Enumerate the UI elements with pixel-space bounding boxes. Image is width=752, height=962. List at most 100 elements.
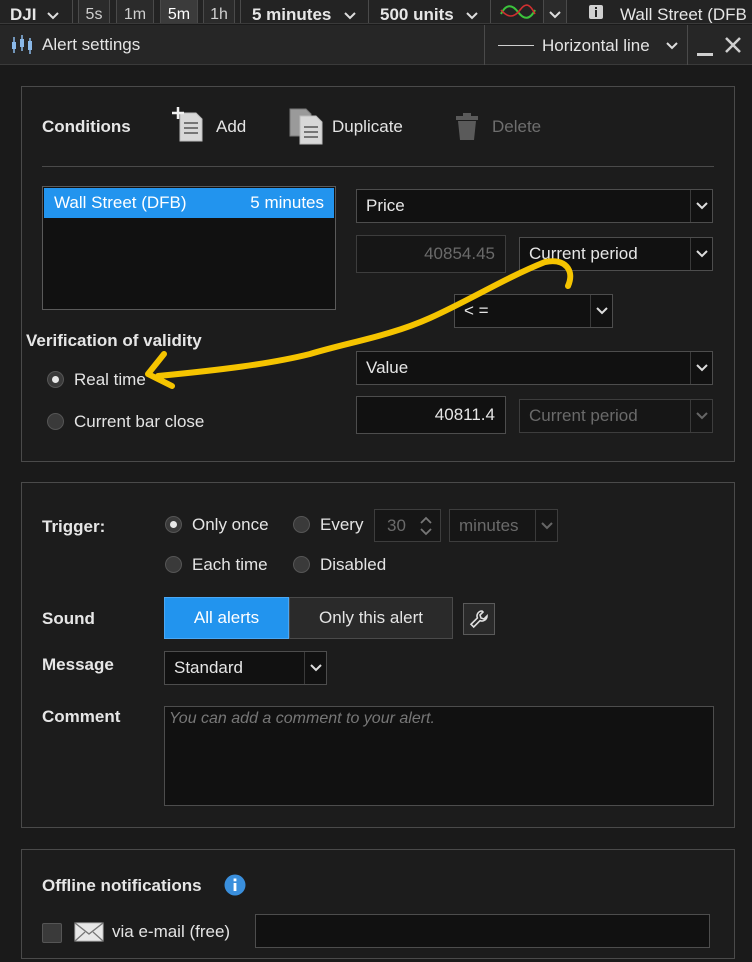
offline-heading: Offline notifications [42,876,202,895]
chevron-down-icon [344,12,356,20]
chevron-down-icon [466,12,479,20]
trigger-each-time-radio[interactable]: Each time [165,553,285,579]
instrument-name: Wall Street (DFB [620,5,747,24]
every-value: 30 [387,516,406,535]
units-selector[interactable]: 500 units [380,0,479,24]
window-titlebar: Alert settings Horizontal line [0,25,752,65]
every-unit-select: minutes [449,509,558,542]
indicator-icon[interactable] [500,2,536,22]
timeframe-selector[interactable]: 5 minutes [252,0,356,24]
period-5m-button[interactable]: 5m [160,0,198,23]
left-operand-select[interactable]: Price [356,189,713,223]
units-label: 500 units [380,5,454,24]
right-value-input[interactable]: 40811.4 [356,396,506,434]
bar-close-radio[interactable]: Current bar close [47,409,247,435]
period-1h-button[interactable]: 1h [203,0,235,23]
symbol-label: DJI [10,5,37,24]
minimize-button[interactable] [697,53,713,56]
conditions-panel: Conditions Add Duplicate Delete Wall Str… [21,86,735,462]
indicator-menu-button[interactable] [543,0,567,23]
period-1m-button[interactable]: 1m [116,0,154,23]
delete-label: Delete [492,117,542,136]
right-operand-select[interactable]: Value [356,351,713,385]
chevron-down-icon [696,250,708,258]
conditions-list[interactable]: Wall Street (DFB) 5 minutes [42,186,336,310]
period-5s-button[interactable]: 5s [78,0,110,23]
chevron-down-icon [596,307,608,315]
trigger-each-time-label: Each time [192,555,268,574]
drawing-type-label: Horizontal line [542,36,650,55]
horizontal-line-icon [498,45,534,46]
right-period-value: Current period [529,406,638,425]
sound-label: Sound [42,609,95,628]
every-unit-value: minutes [459,516,519,535]
drawing-type-selector[interactable]: Horizontal line [486,25,686,65]
wrench-icon [469,610,488,629]
duplicate-button[interactable]: Duplicate [288,107,418,147]
stepper-arrows-icon [420,516,432,536]
operator-select[interactable]: < = [454,294,613,328]
chevron-down-icon [47,12,59,20]
sound-settings-button[interactable] [463,603,495,635]
close-icon[interactable] [724,36,742,54]
left-period-value: Current period [529,244,638,263]
trigger-every-radio[interactable]: Every [293,513,373,539]
info-icon[interactable] [588,4,604,20]
radio-icon [47,413,64,430]
left-period-select[interactable]: Current period [519,237,713,271]
trigger-panel: Trigger: Only once Every 30 minutes Each… [21,482,735,828]
realtime-radio[interactable]: Real time [47,367,187,393]
trigger-disabled-label: Disabled [320,555,387,574]
chevron-down-icon [696,202,708,210]
duplicate-icon [289,108,323,145]
top-toolbar: DJI 5s 1m 5m 1h 5 minutes 500 units Wall… [0,0,752,24]
add-button[interactable]: Add [172,107,252,145]
right-operand-value: Value [366,358,409,377]
message-label: Message [42,655,114,674]
duplicate-label: Duplicate [332,117,403,136]
radio-icon [293,556,310,573]
chevron-down-icon [666,42,678,50]
radio-icon [165,556,182,573]
bar-close-label: Current bar close [74,412,205,431]
chevron-down-icon [541,522,553,530]
email-input[interactable] [255,914,710,948]
only-this-alert-button[interactable]: Only this alert [289,597,453,639]
candlestick-icon [12,35,32,54]
left-operand-value: Price [366,196,405,215]
email-checkbox[interactable] [42,923,62,943]
trigger-once-radio[interactable]: Only once [165,513,285,539]
chevron-down-icon [696,364,708,372]
email-label: via e-mail (free) [112,922,231,941]
trigger-every-label: Every [320,515,364,534]
trigger-disabled-radio[interactable]: Disabled [293,553,413,579]
right-period-select: Current period [519,399,713,433]
comment-textarea[interactable]: You can add a comment to your alert. [164,706,714,806]
validity-heading: Verification of validity [26,331,202,350]
message-value: Standard [174,658,243,677]
radio-icon [293,516,310,533]
message-select[interactable]: Standard [164,651,327,685]
window-title: Alert settings [42,35,141,54]
trigger-once-label: Only once [192,515,269,534]
offline-panel: Offline notifications via e-mail (free) [21,849,735,959]
divider [42,166,714,167]
list-item[interactable]: Wall Street (DFB) 5 minutes [44,188,334,218]
operator-value: < = [464,301,489,320]
comment-label: Comment [42,707,121,726]
conditions-heading: Conditions [42,117,131,136]
chevron-down-icon [549,11,561,19]
trash-icon [456,113,478,140]
radio-icon [47,371,64,388]
realtime-label: Real time [74,370,146,389]
trigger-label: Trigger: [42,517,106,536]
chevron-down-icon [310,664,322,672]
radio-icon [165,516,182,533]
info-icon[interactable] [224,874,246,896]
symbol-selector[interactable]: DJI [10,0,59,24]
delete-button[interactable]: Delete [454,109,554,145]
timeframe-label: 5 minutes [252,5,332,24]
add-document-icon [172,107,203,142]
all-alerts-button[interactable]: All alerts [164,597,289,639]
left-value-input[interactable]: 40854.45 [356,235,506,273]
